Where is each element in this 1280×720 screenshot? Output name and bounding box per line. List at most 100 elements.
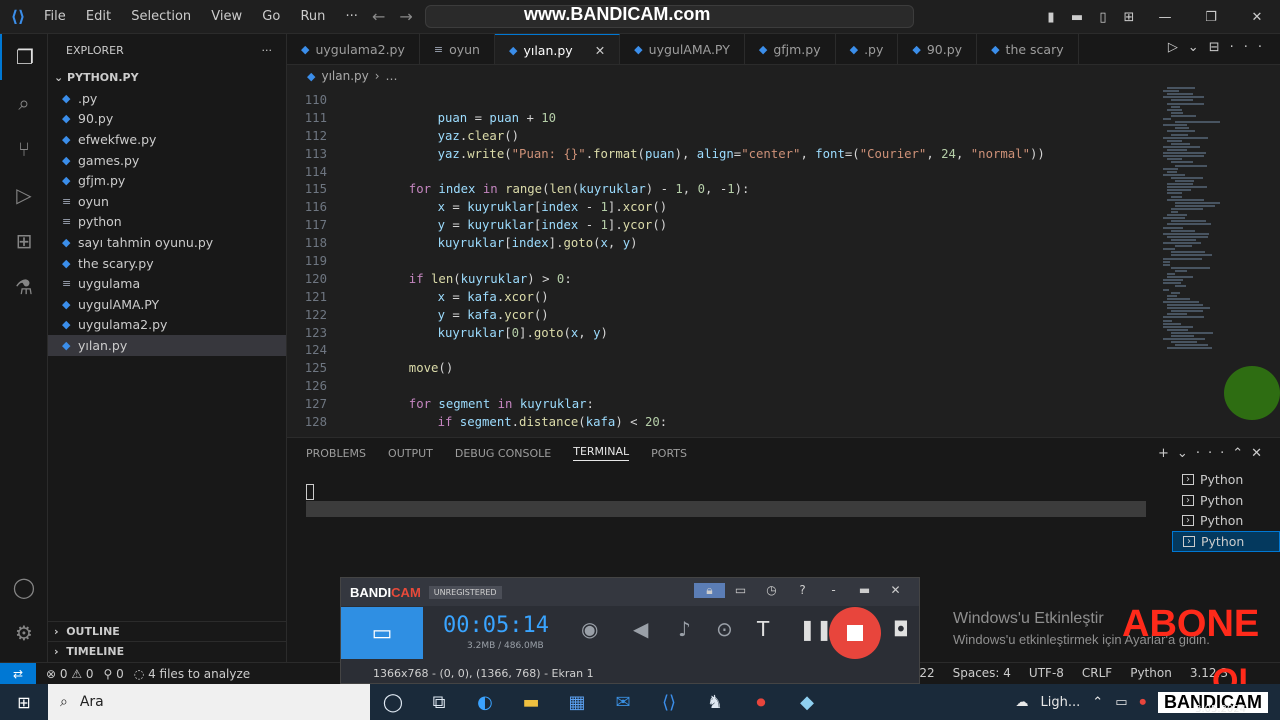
search-icon[interactable]: ⌕: [0, 80, 48, 126]
webcam-icon[interactable]: ◉: [581, 617, 598, 641]
file-item[interactable]: ◆ yılan.py: [48, 335, 286, 356]
record-tray-icon[interactable]: ⏺: [1140, 695, 1147, 710]
settings-gear-icon[interactable]: ⚙: [0, 610, 48, 656]
code-line[interactable]: 113 yaz.write("Puan: {}".format(puan), al…: [287, 145, 1280, 163]
file-item[interactable]: ≡ oyun: [48, 191, 286, 212]
close-window-button[interactable]: ✕: [1234, 10, 1280, 25]
file-item[interactable]: ≡ uygulama: [48, 273, 286, 294]
minimap[interactable]: [1163, 87, 1253, 357]
file-explorer-icon[interactable]: ▬: [508, 692, 554, 713]
code-line[interactable]: 110: [287, 91, 1280, 109]
account-icon[interactable]: ◯: [0, 564, 48, 610]
code-line[interactable]: 119: [287, 252, 1280, 270]
minimize-icon[interactable]: -: [818, 583, 849, 598]
edge-icon[interactable]: ◐: [462, 692, 508, 713]
code-line[interactable]: 114: [287, 163, 1280, 181]
file-item[interactable]: ◆ gfjm.py: [48, 170, 286, 191]
file-item[interactable]: ◆ the scary.py: [48, 253, 286, 274]
restore-button[interactable]: ❐: [1188, 10, 1234, 25]
customize-layout-icon[interactable]: ⊞: [1116, 10, 1142, 25]
weather-text[interactable]: Ligh...: [1041, 695, 1081, 710]
run-debug-icon[interactable]: ▷: [0, 172, 48, 218]
breadcrumb-file[interactable]: yılan.py: [321, 69, 368, 83]
microphone-icon[interactable]: ♪: [678, 617, 691, 641]
terminal-item[interactable]: › Python: [1172, 510, 1280, 531]
code-line[interactable]: 112 yaz.clear(): [287, 127, 1280, 145]
network-icon[interactable]: ▭: [1115, 695, 1127, 710]
code-line[interactable]: 124: [287, 341, 1280, 359]
code-line[interactable]: 123 kuyruklar[0].goto(x, y): [287, 324, 1280, 342]
editor-tab[interactable]: ◆ uygulama2.py: [287, 34, 420, 64]
terminal-item[interactable]: › Python: [1172, 490, 1280, 511]
clock-icon[interactable]: ◷: [756, 583, 787, 598]
code-line[interactable]: 117 y = kuyruklar[index - 1].ycor(): [287, 216, 1280, 234]
workspace-folder[interactable]: ⌄ PYTHON.PY: [48, 66, 286, 88]
file-item[interactable]: ◆ uygulAMA.PY: [48, 294, 286, 315]
terminal-item[interactable]: › Python: [1172, 531, 1280, 552]
file-item[interactable]: ◆ games.py: [48, 150, 286, 171]
terminal-item[interactable]: › Python: [1172, 469, 1280, 490]
menu-edit[interactable]: Edit: [86, 9, 111, 24]
menu-more[interactable]: ···: [346, 9, 358, 24]
code-line[interactable]: 126: [287, 377, 1280, 395]
layout-split-icon[interactable]: ▯: [1090, 10, 1116, 25]
file-item[interactable]: ◆ sayı tahmin oyunu.py: [48, 232, 286, 253]
speaker-icon[interactable]: ◀: [633, 617, 648, 641]
menu-selection[interactable]: Selection: [131, 9, 191, 24]
notepad-icon[interactable]: ◆: [784, 692, 830, 713]
code-line[interactable]: 120 if len(kuyruklar) > 0:: [287, 270, 1280, 288]
store-icon[interactable]: ▦: [554, 692, 600, 713]
menu-view[interactable]: View: [211, 9, 242, 24]
code-line[interactable]: 122 y = kafa.ycor(): [287, 306, 1280, 324]
camera-icon[interactable]: ◘: [893, 617, 909, 641]
code-line[interactable]: 115 for index in range(len(kuyruklar) - 1…: [287, 180, 1280, 198]
layout-sidebar-icon[interactable]: ▮: [1038, 10, 1064, 25]
help-icon[interactable]: ?: [787, 583, 818, 598]
breadcrumb-rest[interactable]: …: [386, 69, 398, 83]
file-item[interactable]: ◆ 90.py: [48, 109, 286, 130]
layout-panel-icon[interactable]: ▬: [1064, 10, 1090, 25]
folder-icon[interactable]: ▭: [725, 583, 756, 598]
mail-icon[interactable]: ✉: [600, 692, 646, 713]
tray-chevron-icon[interactable]: ⌃: [1092, 695, 1103, 710]
mouse-click-icon[interactable]: ⊙: [716, 617, 733, 641]
testing-icon[interactable]: ⚗: [0, 264, 48, 310]
close-icon[interactable]: ✕: [880, 583, 911, 598]
extensions-icon[interactable]: ⊞: [0, 218, 48, 264]
analyze-item[interactable]: ◌ 4 files to analyze: [134, 667, 250, 681]
remote-icon[interactable]: ⇄: [0, 662, 36, 685]
file-item[interactable]: ◆ efwekfwe.py: [48, 129, 286, 150]
code-editor[interactable]: 110 111 puan = puan + 10 112 yaz.clear() 113 y…: [287, 87, 1280, 435]
panel-tab[interactable]: PROBLEMS: [306, 447, 366, 460]
terminal-input-line[interactable]: [306, 501, 1146, 517]
menu-run[interactable]: Run: [300, 9, 325, 24]
editor-tab[interactable]: ◆ 90.py: [898, 34, 978, 64]
encoding[interactable]: UTF-8: [1029, 666, 1064, 680]
file-item[interactable]: ≡ python: [48, 212, 286, 233]
panel-tab[interactable]: TERMINAL: [573, 445, 630, 461]
menu-file[interactable]: File: [44, 9, 66, 24]
explorer-icon[interactable]: ❐: [0, 34, 48, 80]
app-icon[interactable]: ♞: [692, 692, 738, 713]
editor-tab[interactable]: ◆ .py: [836, 34, 899, 64]
menu-go[interactable]: Go: [262, 9, 280, 24]
errors-item[interactable]: ⊗ 0 ⚠ 0: [46, 667, 94, 681]
line-ending[interactable]: CRLF: [1082, 666, 1112, 680]
panel-actions[interactable]: +⌄···⌃✕: [1158, 446, 1270, 461]
stop-recording-button[interactable]: [829, 607, 881, 659]
text-icon[interactable]: T: [757, 617, 769, 641]
code-line[interactable]: 118 kuyruklar[index].goto(x, y): [287, 234, 1280, 252]
screen-mode-icon[interactable]: ▭: [341, 607, 423, 659]
code-line[interactable]: 116 x = kuyruklar[index - 1].xcor(): [287, 198, 1280, 216]
task-view-icon[interactable]: ⧉: [416, 692, 462, 713]
panel-tab[interactable]: OUTPUT: [388, 447, 433, 460]
ports-item[interactable]: ⚲ 0: [104, 667, 124, 681]
editor-tab[interactable]: ◆ gfjm.py: [745, 34, 836, 64]
editor-actions[interactable]: ▷⌄⊟···: [1168, 40, 1272, 55]
taskbar-search[interactable]: ⌕ Ara: [48, 684, 370, 720]
explorer-more-icon[interactable]: ···: [262, 44, 273, 57]
minimize-button[interactable]: —: [1142, 10, 1188, 25]
weather-icon[interactable]: ☁: [1016, 695, 1029, 710]
pause-icon[interactable]: ❚❚: [799, 617, 833, 641]
editor-tab[interactable]: ◆ the scary: [977, 34, 1079, 64]
